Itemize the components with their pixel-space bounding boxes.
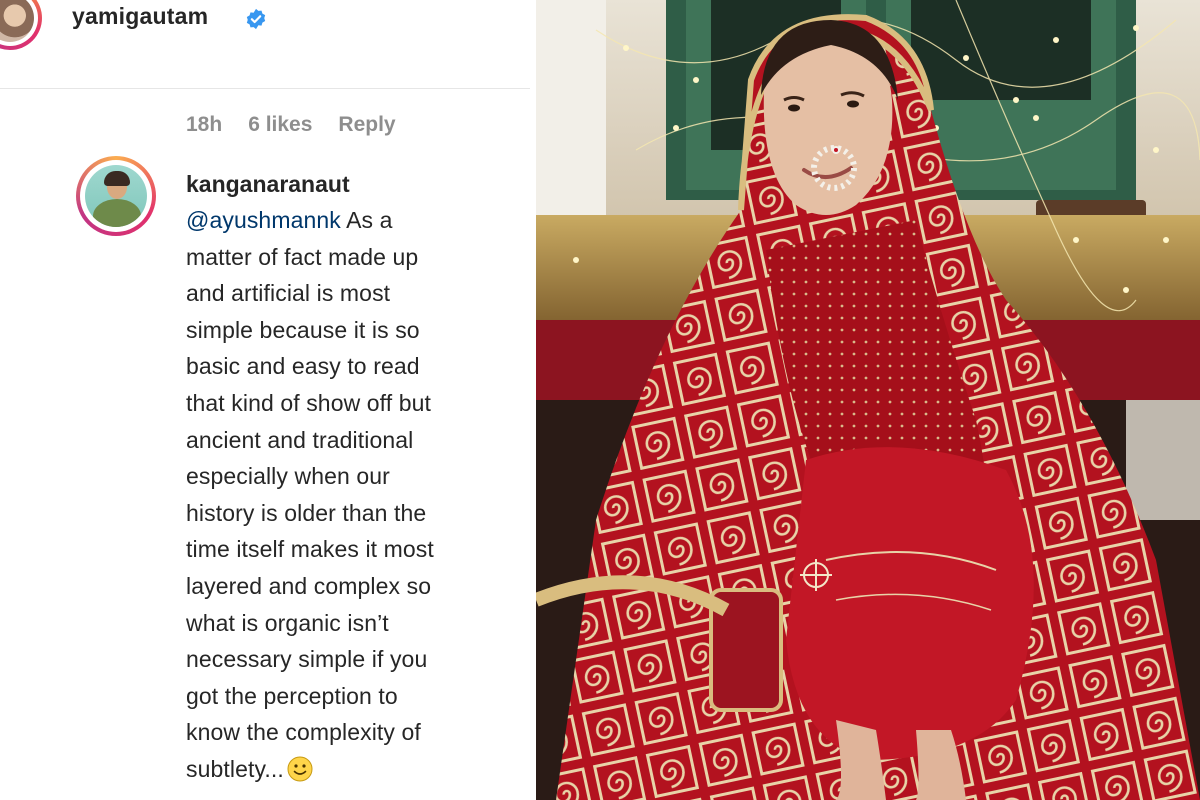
comment-body: @ayushmannk As a matter of fact made up … <box>186 202 516 788</box>
comment-line: what is organic isn’t <box>186 609 389 636</box>
comment-line: simple because it is so <box>186 316 420 343</box>
post-author-avatar[interactable] <box>0 0 42 50</box>
post-author-username[interactable]: yamigautam <box>72 3 208 30</box>
comment-line: matter of fact made up <box>186 243 419 270</box>
comment-line: especially when our <box>186 463 390 490</box>
comment-line: got the perception to <box>186 682 398 709</box>
comment-line: know the complexity of <box>186 719 421 746</box>
commenter-username[interactable]: kanganaranaut <box>186 171 350 198</box>
comment-line: history is older than the <box>186 499 427 526</box>
header-divider <box>0 88 530 89</box>
comment-panel: yamigautam 18h 6 likes Reply kanganarana… <box>0 0 530 800</box>
comment-line: that kind of show off but <box>186 389 432 416</box>
comment-timestamp: 18h <box>186 113 223 136</box>
commenter-avatar[interactable] <box>76 156 156 236</box>
comment-likes-count[interactable]: 6 likes <box>248 113 312 137</box>
comment-line: @ayushmannk As a <box>186 207 393 233</box>
comment-line: time itself makes it most <box>186 536 434 563</box>
slightly-smiling-face-icon <box>287 756 313 782</box>
mention-link[interactable]: @ayushmannk <box>186 207 341 233</box>
comment-meta-row: 18h 6 likes Reply <box>186 113 396 137</box>
reply-button[interactable]: Reply <box>338 113 395 137</box>
post-photo <box>536 0 1200 800</box>
verified-badge-icon <box>246 8 266 30</box>
bride-photo-illustration <box>536 0 1200 800</box>
comment-line: basic and easy to read <box>186 353 420 380</box>
comment-line: layered and complex so <box>186 572 432 599</box>
comment-line: and artificial is most <box>186 280 391 307</box>
comment-line: ancient and traditional <box>186 426 414 453</box>
comment-line: necessary simple if you <box>186 646 428 673</box>
comment-line-last: subtlety... <box>186 751 516 788</box>
